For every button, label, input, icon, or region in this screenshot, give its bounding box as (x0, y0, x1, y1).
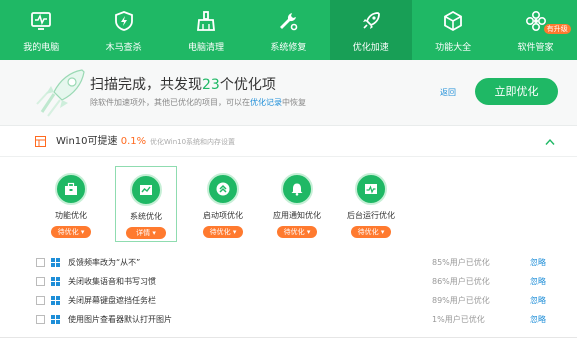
category-action-pill[interactable]: 待优化 ▾ (51, 226, 91, 238)
section-header: Win10可提速 0.1% 优化Win10系统和内存设置 (0, 127, 577, 157)
chart-window-icon (140, 185, 152, 195)
ignore-link[interactable]: 忽略 (530, 257, 546, 268)
nav-label: 我的电脑 (23, 43, 60, 53)
top-nav: 我的电脑 木马查杀 电脑清理 系统修复 优化加速 功能大全 有升级 软件管家 (0, 0, 577, 60)
category-action-pill[interactable]: 待优化 ▾ (203, 226, 243, 238)
item-checkbox[interactable] (36, 258, 45, 267)
speedup-percent: 0.1% (120, 136, 147, 147)
section-title: Win10可提速 0.1% (56, 136, 147, 147)
nav-label: 软件管家 (517, 43, 554, 53)
chevron-up-icon[interactable] (545, 138, 555, 146)
divider (0, 337, 577, 338)
nav-trojan-scan[interactable]: 木马查杀 (82, 0, 164, 60)
item-text: 反馈频率改为“从不” (68, 258, 141, 267)
nav-all-features[interactable]: 功能大全 (412, 0, 494, 60)
category-background-optimize[interactable]: 后台运行优化 待优化 ▾ (340, 166, 402, 242)
category-action-pill[interactable]: 详情 ▾ (126, 227, 166, 239)
list-item: 关闭屏幕键盘遮挡任务栏 89%用户已优化 忽略 (0, 292, 577, 311)
windows-logo-icon (51, 296, 60, 305)
item-text: 使用图片查看器默认打开图片 (68, 315, 172, 324)
item-checkbox[interactable] (36, 296, 45, 305)
item-stat: 89%用户已优化 (432, 296, 490, 305)
category-label: 功能优化 (55, 211, 87, 220)
category-badge (130, 174, 162, 206)
category-label: 后台运行优化 (347, 211, 395, 220)
double-chevron-up-icon (216, 182, 230, 196)
windows-grid-icon (35, 136, 46, 147)
nav-label: 电脑清理 (187, 43, 224, 53)
nav-label: 功能大全 (435, 43, 472, 53)
category-action-pill[interactable]: 待优化 ▾ (351, 226, 391, 238)
list-item: 使用图片查看器默认打开图片 1%用户已优化 忽略 (0, 311, 577, 330)
windows-logo-icon (51, 258, 60, 267)
windows-logo-icon (51, 315, 60, 324)
item-stat: 1%用户已优化 (432, 315, 485, 324)
category-label: 启动项优化 (203, 211, 243, 220)
bell-icon (291, 183, 303, 196)
shield-bolt-icon (114, 11, 133, 31)
nav-label: 优化加速 (352, 43, 389, 53)
nav-system-repair[interactable]: 系统修复 (247, 0, 329, 60)
windows-logo-icon (51, 277, 60, 286)
upgrade-badge: 有升级 (543, 24, 571, 34)
ignore-link[interactable]: 忽略 (530, 314, 546, 325)
ignore-link[interactable]: 忽略 (530, 276, 546, 287)
nav-optimize[interactable]: 优化加速 (329, 0, 412, 60)
ignore-link[interactable]: 忽略 (530, 295, 546, 306)
nav-label: 木马查杀 (105, 43, 142, 53)
category-system-optimize[interactable]: 系统优化 详情 ▾ (115, 166, 177, 242)
list-item: 关闭收集语音和书写习惯 86%用户已优化 忽略 (0, 273, 577, 292)
optimize-now-button[interactable]: 立即优化 (475, 78, 558, 105)
wrench-icon (280, 13, 298, 31)
section-note: 优化Win10系统和内存设置 (150, 138, 236, 146)
rocket-icon (362, 12, 380, 29)
category-startup-optimize[interactable]: 启动项优化 待优化 ▾ (192, 166, 254, 242)
nav-software-manager[interactable]: 有升级 软件管家 (494, 0, 576, 60)
rocket-illustration-icon (36, 69, 85, 117)
item-checkbox[interactable] (36, 277, 45, 286)
nav-cleanup[interactable]: 电脑清理 (165, 0, 247, 60)
category-badge (207, 173, 239, 205)
broom-icon (196, 11, 215, 31)
cube-icon (444, 10, 463, 32)
item-checkbox[interactable] (36, 315, 45, 324)
category-badge (355, 173, 387, 205)
list-item: 反馈频率改为“从不” 85%用户已优化 忽略 (0, 254, 577, 273)
optimize-history-link[interactable]: 优化记录 (250, 98, 282, 107)
issue-count: 23 (202, 77, 220, 93)
scan-result-title: 扫描完成，共发现23个优化项 (90, 77, 276, 93)
nav-label: 系统修复 (270, 43, 307, 53)
category-label: 系统优化 (130, 212, 162, 221)
category-row: 功能优化 待优化 ▾ 系统优化 详情 ▾ 启动项优化 待优化 ▾ 应用通知优化 … (0, 158, 577, 244)
item-text: 关闭收集语音和书写习惯 (68, 277, 156, 286)
category-badge (281, 173, 313, 205)
scan-result-subtitle: 除软件加速项外，其他已优化的项目，可以在优化记录中恢复 (90, 98, 306, 107)
category-function-optimize[interactable]: 功能优化 待优化 ▾ (40, 166, 102, 242)
item-stat: 86%用户已优化 (432, 277, 490, 286)
nav-my-computer[interactable]: 我的电脑 (0, 0, 82, 60)
item-stat: 85%用户已优化 (432, 258, 490, 267)
category-badge (55, 173, 87, 205)
item-text: 关闭屏幕键盘遮挡任务栏 (68, 296, 156, 305)
category-action-pill[interactable]: 待优化 ▾ (277, 226, 317, 238)
back-link[interactable]: 返回 (440, 87, 456, 98)
category-notification-optimize[interactable]: 应用通知优化 待优化 ▾ (266, 166, 328, 242)
toolbox-icon (65, 182, 77, 195)
activity-window-icon (365, 184, 377, 194)
category-label: 应用通知优化 (273, 211, 321, 220)
monitor-icon (31, 12, 52, 30)
